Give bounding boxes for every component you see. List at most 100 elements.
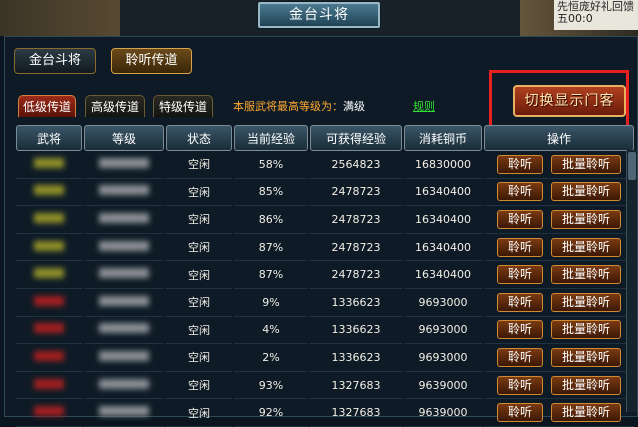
hero-name-blurred [34, 295, 64, 306]
level-cell [84, 234, 164, 262]
header-status: 状态 [166, 125, 232, 151]
gain-exp-cell: 2478723 [310, 234, 402, 262]
server-max-value: 满级 [343, 100, 365, 113]
status-cell: 空闲 [166, 344, 232, 372]
hero-name-cell [16, 206, 82, 234]
hero-name-cell [16, 261, 82, 289]
hero-name-cell [16, 179, 82, 207]
action-cell: 聆听 批量聆听 [484, 206, 634, 234]
lingting-chuandao-button[interactable]: 聆听传道 [111, 48, 192, 74]
action-cell: 聆听 批量聆听 [484, 372, 634, 400]
action-cell: 聆听 批量聆听 [484, 344, 634, 372]
current-exp-cell: 86% [234, 206, 308, 234]
current-exp-cell: 85% [234, 179, 308, 207]
batch-listen-button[interactable]: 批量聆听 [551, 320, 621, 340]
level-cell [84, 261, 164, 289]
level-blurred [99, 295, 149, 306]
status-cell: 空闲 [166, 206, 232, 234]
batch-listen-button[interactable]: 批量聆听 [551, 209, 621, 229]
table-row: 空闲 58% 2564823 16830000 聆听 批量聆听 [16, 151, 634, 179]
level-blurred [99, 323, 149, 334]
hero-name-cell [16, 372, 82, 400]
batch-listen-button[interactable]: 批量聆听 [551, 347, 621, 367]
action-cell: 聆听 批量聆听 [484, 234, 634, 262]
cost-cell: 16340400 [404, 234, 482, 262]
cost-cell: 9639000 [404, 372, 482, 400]
header-hero: 武将 [16, 125, 82, 151]
tab-high-level[interactable]: 高级传道 [85, 95, 145, 117]
hero-name-blurred [34, 157, 64, 168]
current-exp-cell: 87% [234, 234, 308, 262]
server-max-label: 本服武将最高等级为： [233, 100, 343, 113]
level-blurred [99, 185, 149, 196]
cost-cell: 9693000 [404, 289, 482, 317]
gain-exp-cell: 1336623 [310, 289, 402, 317]
table-header-row: 武将 等级 状态 当前经验 可获得经验 消耗铜币 操作 [16, 125, 634, 151]
cost-cell: 16340400 [404, 261, 482, 289]
listen-button[interactable]: 聆听 [497, 320, 543, 340]
hero-name-blurred [34, 378, 64, 389]
level-blurred [99, 406, 149, 417]
hero-name-blurred [34, 350, 64, 361]
level-blurred [99, 240, 149, 251]
level-cell [84, 317, 164, 345]
level-blurred [99, 350, 149, 361]
batch-listen-button[interactable]: 批量聆听 [551, 292, 621, 312]
listen-button[interactable]: 聆听 [497, 237, 543, 257]
hero-name-blurred [34, 268, 64, 279]
cost-cell: 16340400 [404, 206, 482, 234]
status-cell: 空闲 [166, 151, 232, 179]
listen-button[interactable]: 聆听 [497, 292, 543, 312]
action-cell: 聆听 批量聆听 [484, 289, 634, 317]
batch-listen-button[interactable]: 批量聆听 [551, 403, 621, 423]
action-cell: 聆听 批量聆听 [484, 179, 634, 207]
action-cell: 聆听 批量聆听 [484, 399, 634, 427]
status-cell: 空闲 [166, 261, 232, 289]
action-cell: 聆听 批量聆听 [484, 317, 634, 345]
listen-button[interactable]: 聆听 [497, 154, 543, 174]
window-title: 金台斗将 [258, 2, 380, 28]
listen-button[interactable]: 聆听 [497, 347, 543, 367]
table-row: 空闲 85% 2478723 16340400 聆听 批量聆听 [16, 179, 634, 207]
listen-button[interactable]: 聆听 [497, 375, 543, 395]
listen-button[interactable]: 聆听 [497, 403, 543, 423]
table-row: 空闲 4% 1336623 9693000 聆听 批量聆听 [16, 317, 634, 345]
current-exp-cell: 93% [234, 372, 308, 400]
header-action: 操作 [484, 125, 634, 151]
table-row: 空闲 2% 1336623 9693000 聆听 批量聆听 [16, 344, 634, 372]
table-row: 空闲 9% 1336623 9693000 聆听 批量聆听 [16, 289, 634, 317]
tab-special-level[interactable]: 特级传道 [153, 95, 213, 117]
gain-exp-cell: 1327683 [310, 399, 402, 427]
listen-button[interactable]: 聆听 [497, 265, 543, 285]
cost-cell: 16340400 [404, 179, 482, 207]
rules-link[interactable]: 规则 [413, 98, 435, 114]
jintai-doujiang-button[interactable]: 金台斗将 [14, 48, 96, 74]
table-row: 空闲 87% 2478723 16340400 聆听 批量聆听 [16, 261, 634, 289]
batch-listen-button[interactable]: 批量聆听 [551, 182, 621, 202]
action-cell: 聆听 批量聆听 [484, 151, 634, 179]
hero-table: 武将 等级 状态 当前经验 可获得经验 消耗铜币 操作 空闲 58% 2564823… [14, 125, 636, 427]
gain-exp-cell: 2478723 [310, 206, 402, 234]
hero-name-blurred [34, 323, 64, 334]
level-blurred [99, 268, 149, 279]
status-cell: 空闲 [166, 317, 232, 345]
hero-name-cell [16, 344, 82, 372]
hero-name-cell [16, 317, 82, 345]
tab-low-level[interactable]: 低级传道 [18, 95, 76, 117]
batch-listen-button[interactable]: 批量聆听 [551, 237, 621, 257]
batch-listen-button[interactable]: 批量聆听 [551, 154, 621, 174]
status-cell: 空闲 [166, 372, 232, 400]
gain-exp-cell: 1336623 [310, 344, 402, 372]
scrollbar-thumb[interactable] [628, 152, 636, 180]
header-gain-exp: 可获得经验 [310, 125, 402, 151]
header-cost: 消耗铜币 [404, 125, 482, 151]
level-blurred [99, 212, 149, 223]
listen-button[interactable]: 聆听 [497, 182, 543, 202]
status-cell: 空闲 [166, 399, 232, 427]
current-exp-cell: 4% [234, 317, 308, 345]
batch-listen-button[interactable]: 批量聆听 [551, 265, 621, 285]
level-blurred [99, 157, 149, 168]
listen-button[interactable]: 聆听 [497, 209, 543, 229]
batch-listen-button[interactable]: 批量聆听 [551, 375, 621, 395]
scrollbar[interactable] [626, 150, 637, 412]
